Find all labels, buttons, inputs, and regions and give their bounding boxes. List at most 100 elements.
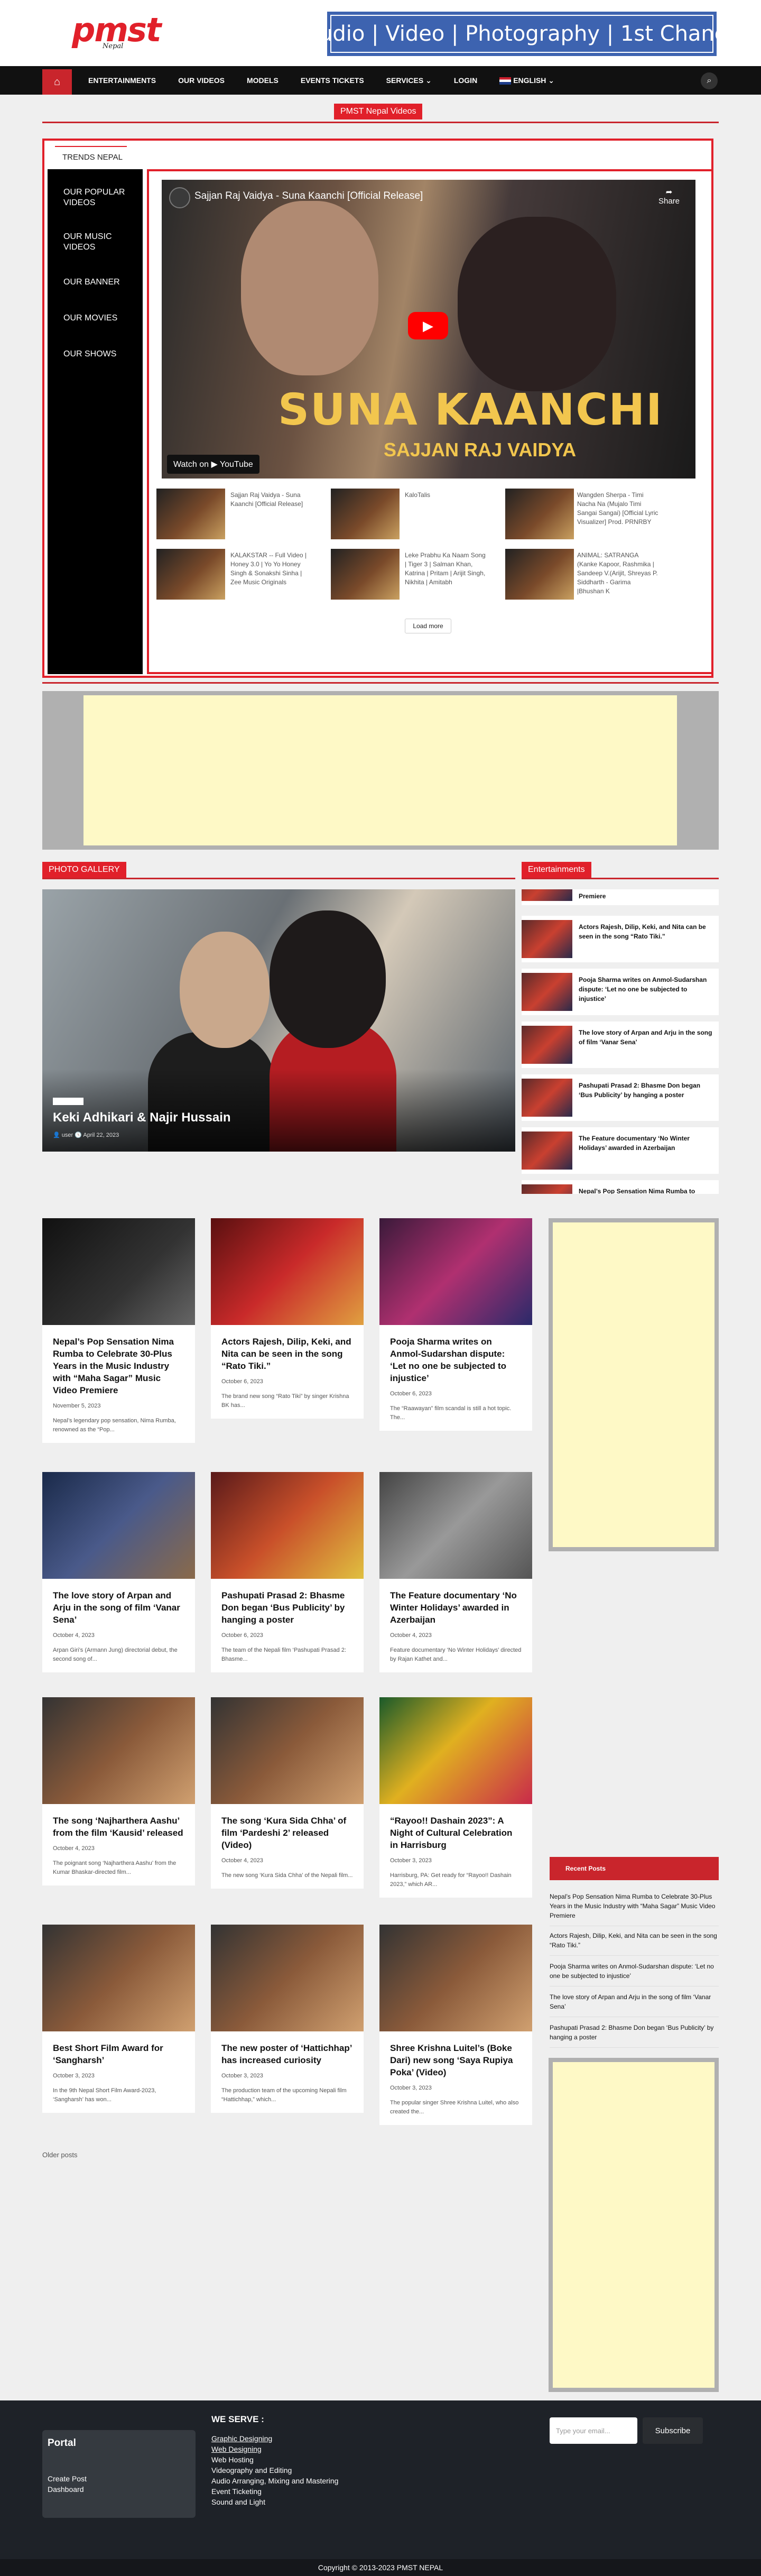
post-card[interactable]: Shree Krishna Luitel’s (Boke Dari) new s… [379, 1925, 532, 2125]
list-item[interactable]: Actors Rajesh, Dilip, Keki, and Nita can… [522, 916, 719, 962]
logo-text: pmst [72, 11, 162, 49]
post-title[interactable]: “Rayoo!! Dashain 2023”: A Night of Cultu… [379, 1804, 532, 1851]
search-icon[interactable]: ⌕ [701, 72, 718, 89]
post-card[interactable]: “Rayoo!! Dashain 2023”: A Night of Cultu… [379, 1697, 532, 1898]
nav-language[interactable]: ENGLISH ⌄ [488, 76, 565, 85]
video-thumbnail[interactable] [156, 549, 225, 600]
nav-services[interactable]: SERVICES ⌄ [375, 76, 443, 85]
post-card[interactable]: Nepal’s Pop Sensation Nima Rumba to Cele… [42, 1218, 195, 1443]
list-item[interactable]: Premiere [522, 889, 719, 905]
post-title[interactable]: The love story of Arpan and Arju in the … [42, 1579, 195, 1626]
video-title[interactable]: KaloTalis [405, 491, 487, 500]
post-card[interactable]: The love story of Arpan and Arju in the … [42, 1472, 195, 1672]
youtube-player[interactable]: Sajjan Raj Vaidya - Suna Kaanchi [Offici… [162, 180, 695, 479]
sidebar-item-music[interactable]: OUR MUSIC VIDEOS [63, 232, 132, 253]
post-card[interactable]: Pooja Sharma writes on Anmol-Sudarshan d… [379, 1218, 532, 1431]
recent-post-link[interactable]: The love story of Arpan and Arju in the … [550, 1992, 719, 2017]
player-title[interactable]: Sajjan Raj Vaidya - Suna Kaanchi [Offici… [194, 190, 423, 202]
play-button[interactable]: ▶ [408, 312, 448, 339]
list-item[interactable]: Pashupati Prasad 2: Bhasme Don began ‘Bu… [522, 1074, 719, 1121]
nav-models[interactable]: MODELS [236, 76, 290, 85]
post-title[interactable]: Shree Krishna Luitel’s (Boke Dari) new s… [379, 2031, 532, 2078]
sidebar-item-popular[interactable]: OUR POPULAR VIDEOS [63, 187, 132, 208]
ad-banner[interactable] [42, 691, 719, 850]
sidebar-item-banner[interactable]: OUR BANNER [63, 277, 132, 288]
list-item[interactable]: The Feature documentary ‘No Winter Holid… [522, 1127, 719, 1174]
post-title[interactable]: Nepal’s Pop Sensation Nima Rumba to Cele… [42, 1325, 195, 1396]
player-thumbnail [458, 217, 616, 391]
nav-entertainments[interactable]: ENTERTAINMENTS [77, 76, 167, 85]
channel-avatar[interactable] [169, 187, 190, 208]
recent-post-link[interactable]: Pooja Sharma writes on Anmol-Sudarshan d… [550, 1962, 719, 1986]
sidebar-item-shows[interactable]: OUR SHOWS [63, 349, 132, 360]
service-link[interactable]: Web Designing [211, 2444, 338, 2454]
post-excerpt: The new song ‘Kura Sida Chha’ of the Nep… [221, 1872, 353, 1879]
post-card[interactable]: The song ‘Najharthera Aashu’ from the fi… [42, 1697, 195, 1885]
nav-our-videos[interactable]: OUR VIDEOS [167, 76, 236, 85]
load-more-button[interactable]: Load more [405, 619, 451, 633]
player-overlay-subtitle: SAJJAN RAJ VAIDYA [384, 439, 577, 461]
list-item[interactable]: Pooja Sharma writes on Anmol-Sudarshan d… [522, 969, 719, 1015]
divider [42, 878, 515, 879]
ad-sidebar[interactable] [549, 1218, 719, 1551]
service-link[interactable]: Graphic Designing [211, 2433, 338, 2444]
hero-title[interactable]: Keki Adhikari & Najir Hussain [53, 1110, 231, 1125]
post-card[interactable]: Pashupati Prasad 2: Bhasme Don began ‘Bu… [211, 1472, 364, 1672]
post-date: October 4, 2023 [390, 1632, 432, 1639]
video-thumbnail[interactable] [331, 549, 400, 600]
video-thumbnail[interactable] [505, 489, 574, 539]
header-banner[interactable]: Audio | Video | Photography | 1st Chance [305, 12, 739, 56]
post-title[interactable]: Actors Rajesh, Dilip, Keki, and Nita can… [211, 1325, 364, 1372]
post-card[interactable]: Best Short Film Award for ‘Sangharsh’ Oct… [42, 1925, 195, 2113]
video-thumbnail[interactable] [505, 549, 574, 600]
older-posts-link[interactable]: Older posts [42, 2151, 77, 2159]
post-date: October 4, 2023 [53, 1845, 95, 1852]
share-button[interactable]: ➦ Share [658, 187, 680, 206]
video-title[interactable]: ANIMAL: SATRANGA (Kanke Kapoor, Rashmika… [577, 551, 659, 596]
ad-placeholder [553, 1222, 714, 1547]
tab-trends-nepal[interactable]: TRENDS NEPAL [55, 146, 127, 167]
dashboard-link[interactable]: Dashboard [48, 2485, 84, 2494]
post-title[interactable]: The song ‘Najharthera Aashu’ from the fi… [42, 1804, 195, 1839]
recent-post-link[interactable]: Nepal’s Pop Sensation Nima Rumba to Cele… [550, 1892, 719, 1926]
post-card[interactable]: Actors Rajesh, Dilip, Keki, and Nita can… [211, 1218, 364, 1419]
post-card[interactable]: The new poster of ‘Hattichhap’ has incre… [211, 1925, 364, 2113]
post-card[interactable]: The song ‘Kura Sida Chha’ of film ‘Parde… [211, 1697, 364, 1889]
watch-on-youtube[interactable]: Watch on ▶ YouTube [167, 455, 259, 474]
subscribe-button[interactable]: Subscribe [643, 2417, 703, 2444]
email-input[interactable]: Type your email... [550, 2417, 637, 2444]
site-logo[interactable]: pmst Nepal [72, 11, 162, 56]
list-item[interactable]: The love story of Arpan and Arju in the … [522, 1022, 719, 1068]
post-title[interactable]: The Feature documentary ‘No Winter Holid… [379, 1579, 532, 1626]
post-title[interactable]: Pooja Sharma writes on Anmol-Sudarshan d… [379, 1325, 532, 1384]
recent-post-link[interactable]: Actors Rajesh, Dilip, Keki, and Nita can… [550, 1931, 719, 1956]
ad-sidebar[interactable] [549, 2058, 719, 2392]
nav-login[interactable]: LOGIN [443, 76, 488, 85]
entertainment-list: Premiere Actors Rajesh, Dilip, Keki, and… [522, 889, 719, 1194]
nav-events-tickets[interactable]: EVENTS TICKETS [290, 76, 375, 85]
service-item: Audio Arranging, Mixing and Mastering [211, 2477, 339, 2485]
video-thumbnail[interactable] [156, 489, 225, 539]
home-icon[interactable]: ⌂ [42, 69, 72, 95]
post-card[interactable]: The Feature documentary ‘No Winter Holid… [379, 1472, 532, 1672]
category-badge[interactable] [53, 1098, 83, 1105]
post-excerpt: The team of the Nepali film ‘Pashupati P… [221, 1647, 347, 1662]
gallery-hero[interactable]: Keki Adhikari & Najir Hussain 👤 user 🕓 A… [42, 889, 515, 1152]
video-title[interactable]: Sajjan Raj Vaidya - Suna Kaanchi [Offici… [230, 491, 312, 509]
post-title[interactable]: Best Short Film Award for ‘Sangharsh’ [42, 2031, 195, 2066]
portal-box: Portal Create Post Dashboard [42, 2430, 196, 2518]
video-title[interactable]: Wangden Sherpa - Timi Nacha Na (Mujalo T… [577, 491, 659, 527]
create-post-link[interactable]: Create Post [48, 2474, 87, 2483]
post-title[interactable]: The new poster of ‘Hattichhap’ has incre… [211, 2031, 364, 2066]
service-item: Videography and Editing [211, 2466, 292, 2474]
video-title[interactable]: KALAKSTAR -- Full Video | Honey 3.0 | Yo… [230, 551, 312, 587]
post-title[interactable]: The song ‘Kura Sida Chha’ of film ‘Parde… [211, 1804, 364, 1851]
list-item[interactable]: Nepal’s Pop Sensation Nima Rumba to [522, 1180, 719, 1194]
post-title[interactable]: Pashupati Prasad 2: Bhasme Don began ‘Bu… [211, 1579, 364, 1626]
copyright: Copyright © 2013-2023 PMST NEPAL [0, 2559, 761, 2576]
video-thumbnail[interactable] [331, 489, 400, 539]
sidebar-item-movies[interactable]: OUR MOVIES [63, 313, 132, 324]
post-date: October 4, 2023 [53, 1632, 95, 1639]
video-title[interactable]: Leke Prabhu Ka Naam Song | Tiger 3 | Sal… [405, 551, 487, 587]
recent-post-link[interactable]: Pashupati Prasad 2: Bhasme Don began ‘Bu… [550, 2023, 719, 2048]
